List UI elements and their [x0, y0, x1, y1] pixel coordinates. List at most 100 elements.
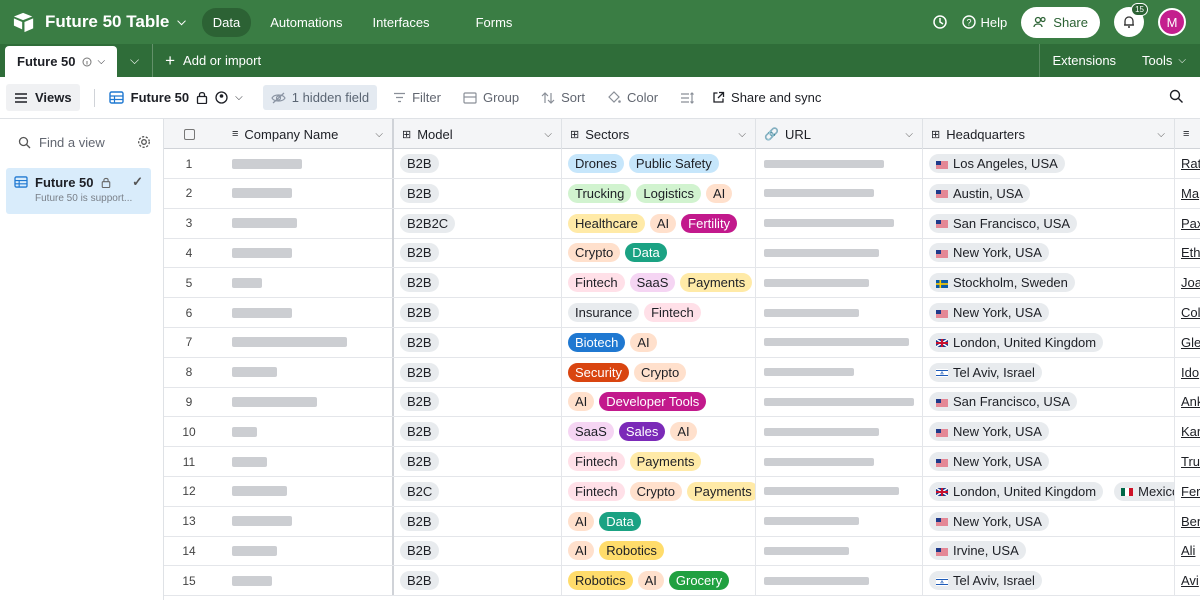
company-name-cell[interactable]: [224, 417, 394, 447]
headquarters-cell[interactable]: New York, USA: [923, 238, 1175, 268]
sectors-cell[interactable]: SaaS Sales AI: [562, 417, 756, 447]
url-cell[interactable]: [756, 476, 923, 506]
headquarters-cell[interactable]: New York, USA: [923, 506, 1175, 536]
column-header-url[interactable]: 🔗 URL ⌵: [756, 119, 923, 149]
next-column-cell[interactable]: Ido: [1175, 358, 1200, 387]
model-cell[interactable]: B2B: [394, 357, 562, 387]
url-cell[interactable]: [756, 506, 923, 536]
base-title[interactable]: Future 50 Table ⌵: [45, 12, 186, 32]
sidebar-item-future-50[interactable]: Future 50 ✓ Future 50 is support...: [6, 168, 151, 214]
url-cell[interactable]: [756, 357, 923, 387]
table-row[interactable]: 1 B2B Drones Public Safety Los Angeles, USA R…: [164, 149, 1200, 179]
find-view-search[interactable]: Find a view: [0, 119, 163, 165]
history-icon[interactable]: [932, 14, 948, 30]
model-cell[interactable]: B2B: [394, 178, 562, 208]
url-cell[interactable]: [756, 327, 923, 357]
company-name-cell[interactable]: [224, 566, 394, 596]
headquarters-cell[interactable]: New York, USA: [923, 298, 1175, 327]
table-row[interactable]: 8 B2B Security Crypto Tel Aviv, Israel Ido: [164, 357, 1200, 388]
next-column-cell[interactable]: Fer: [1175, 477, 1200, 506]
model-cell[interactable]: B2B: [394, 238, 562, 268]
headquarters-cell[interactable]: New York, USA: [923, 417, 1175, 447]
url-cell[interactable]: [756, 268, 923, 298]
column-header-company-name[interactable]: ≡ Company Name ⌵: [224, 119, 394, 149]
url-cell[interactable]: [756, 566, 923, 596]
url-cell[interactable]: [756, 447, 923, 476]
model-cell[interactable]: B2B: [394, 506, 562, 536]
url-cell[interactable]: [756, 298, 923, 327]
headquarters-cell[interactable]: Tel Aviv, Israel: [923, 566, 1175, 596]
sectors-cell[interactable]: AI Robotics: [562, 536, 756, 566]
headquarters-cell[interactable]: London, United Kingdom Mexico C: [923, 476, 1175, 506]
company-name-cell[interactable]: [224, 476, 394, 506]
sort-button[interactable]: Sort: [541, 90, 585, 105]
next-column-cell[interactable]: Ali: [1175, 536, 1200, 565]
headquarters-cell[interactable]: New York, USA: [923, 447, 1175, 476]
headquarters-cell[interactable]: Los Angeles, USA: [923, 149, 1175, 178]
nav-forms[interactable]: Forms: [465, 8, 524, 37]
gear-icon[interactable]: [137, 135, 151, 149]
sectors-cell[interactable]: Robotics AI Grocery: [562, 566, 756, 596]
sectors-cell[interactable]: AI Developer Tools: [562, 387, 756, 417]
all-tables-button[interactable]: ⌵: [117, 44, 154, 77]
nav-automations[interactable]: Automations: [259, 8, 353, 37]
nav-data[interactable]: Data: [201, 7, 252, 37]
company-name-cell[interactable]: [224, 387, 394, 417]
hidden-fields-button[interactable]: 1 hidden field: [262, 85, 378, 110]
table-row[interactable]: 4 B2B Crypto Data New York, USA Eth: [164, 238, 1200, 269]
model-cell[interactable]: B2B: [394, 417, 562, 447]
next-column-cell[interactable]: Kar: [1175, 417, 1200, 446]
table-row[interactable]: 13 B2B AIData New York, USA Ben: [164, 506, 1200, 537]
model-cell[interactable]: B2B: [394, 566, 562, 596]
company-name-cell[interactable]: [224, 238, 394, 268]
avatar[interactable]: M: [1158, 8, 1186, 36]
next-column-cell[interactable]: Col: [1175, 298, 1200, 327]
base-logo-icon[interactable]: [13, 11, 35, 33]
sectors-cell[interactable]: Fintech Crypto Payments: [562, 476, 756, 506]
next-column-cell[interactable]: Eth: [1175, 238, 1200, 267]
next-column-cell[interactable]: Rat: [1175, 149, 1200, 178]
url-cell[interactable]: [756, 238, 923, 268]
headquarters-cell[interactable]: London, United Kingdom: [923, 327, 1175, 357]
table-row[interactable]: 12 B2C Fintech Crypto Payments London, United…: [164, 476, 1200, 507]
company-name-cell[interactable]: [224, 208, 394, 238]
next-column-cell[interactable]: Pax: [1175, 209, 1200, 238]
nav-interfaces[interactable]: Interfaces: [361, 8, 440, 37]
model-cell[interactable]: B2B: [394, 298, 562, 327]
next-column-cell[interactable]: Tru: [1175, 447, 1200, 476]
sectors-cell[interactable]: Security Crypto: [562, 357, 756, 387]
extensions-button[interactable]: Extensions: [1039, 44, 1128, 77]
sectors-cell[interactable]: Fintech SaaS Payments: [562, 268, 756, 298]
company-name-cell[interactable]: [224, 447, 394, 476]
table-row[interactable]: 6 B2B Insurance Fintech New York, USA Col: [164, 298, 1200, 328]
model-cell[interactable]: B2B: [394, 149, 562, 178]
table-row[interactable]: 2 B2B Trucking Logistics AI Austin, USA Ma: [164, 178, 1200, 209]
table-row[interactable]: 7 B2B Biotech AI London, United Kingdom Gle: [164, 327, 1200, 358]
url-cell[interactable]: [756, 149, 923, 178]
url-cell[interactable]: [756, 387, 923, 417]
model-cell[interactable]: B2B: [394, 327, 562, 357]
headquarters-cell[interactable]: Stockholm, Sweden: [923, 268, 1175, 298]
company-name-cell[interactable]: [224, 178, 394, 208]
table-row[interactable]: 10 B2B SaaS Sales AI New York, USA Kar: [164, 417, 1200, 448]
sectors-cell[interactable]: Crypto Data: [562, 238, 756, 268]
company-name-cell[interactable]: [224, 506, 394, 536]
column-header-headquarters[interactable]: ⊞ Headquarters ⌵: [923, 119, 1175, 149]
filter-button[interactable]: Filter: [393, 90, 441, 105]
sectors-cell[interactable]: AI Data: [562, 506, 756, 536]
headquarters-cell[interactable]: San Francisco, USA: [923, 208, 1175, 238]
url-cell[interactable]: [756, 208, 923, 238]
table-row[interactable]: 5 B2B Fintech SaaS Payments Stockholm, Sweden…: [164, 268, 1200, 299]
company-name-cell[interactable]: [224, 536, 394, 566]
next-column-cell[interactable]: Gle: [1175, 328, 1200, 357]
sectors-cell[interactable]: Healthcare AI Fertility: [562, 208, 756, 238]
url-cell[interactable]: [756, 417, 923, 447]
search-icon[interactable]: [1169, 89, 1184, 104]
sectors-cell[interactable]: Insurance Fintech: [562, 298, 756, 327]
table-row[interactable]: 9 B2B AI Developer Tools San Francisco, USA A…: [164, 387, 1200, 418]
model-cell[interactable]: B2C: [394, 476, 562, 506]
select-all-checkbox[interactable]: [183, 128, 195, 140]
row-height-button[interactable]: [680, 91, 694, 104]
column-header-next[interactable]: ≡: [1175, 119, 1200, 149]
tab-future-50[interactable]: Future 50 ⌵: [5, 46, 118, 77]
